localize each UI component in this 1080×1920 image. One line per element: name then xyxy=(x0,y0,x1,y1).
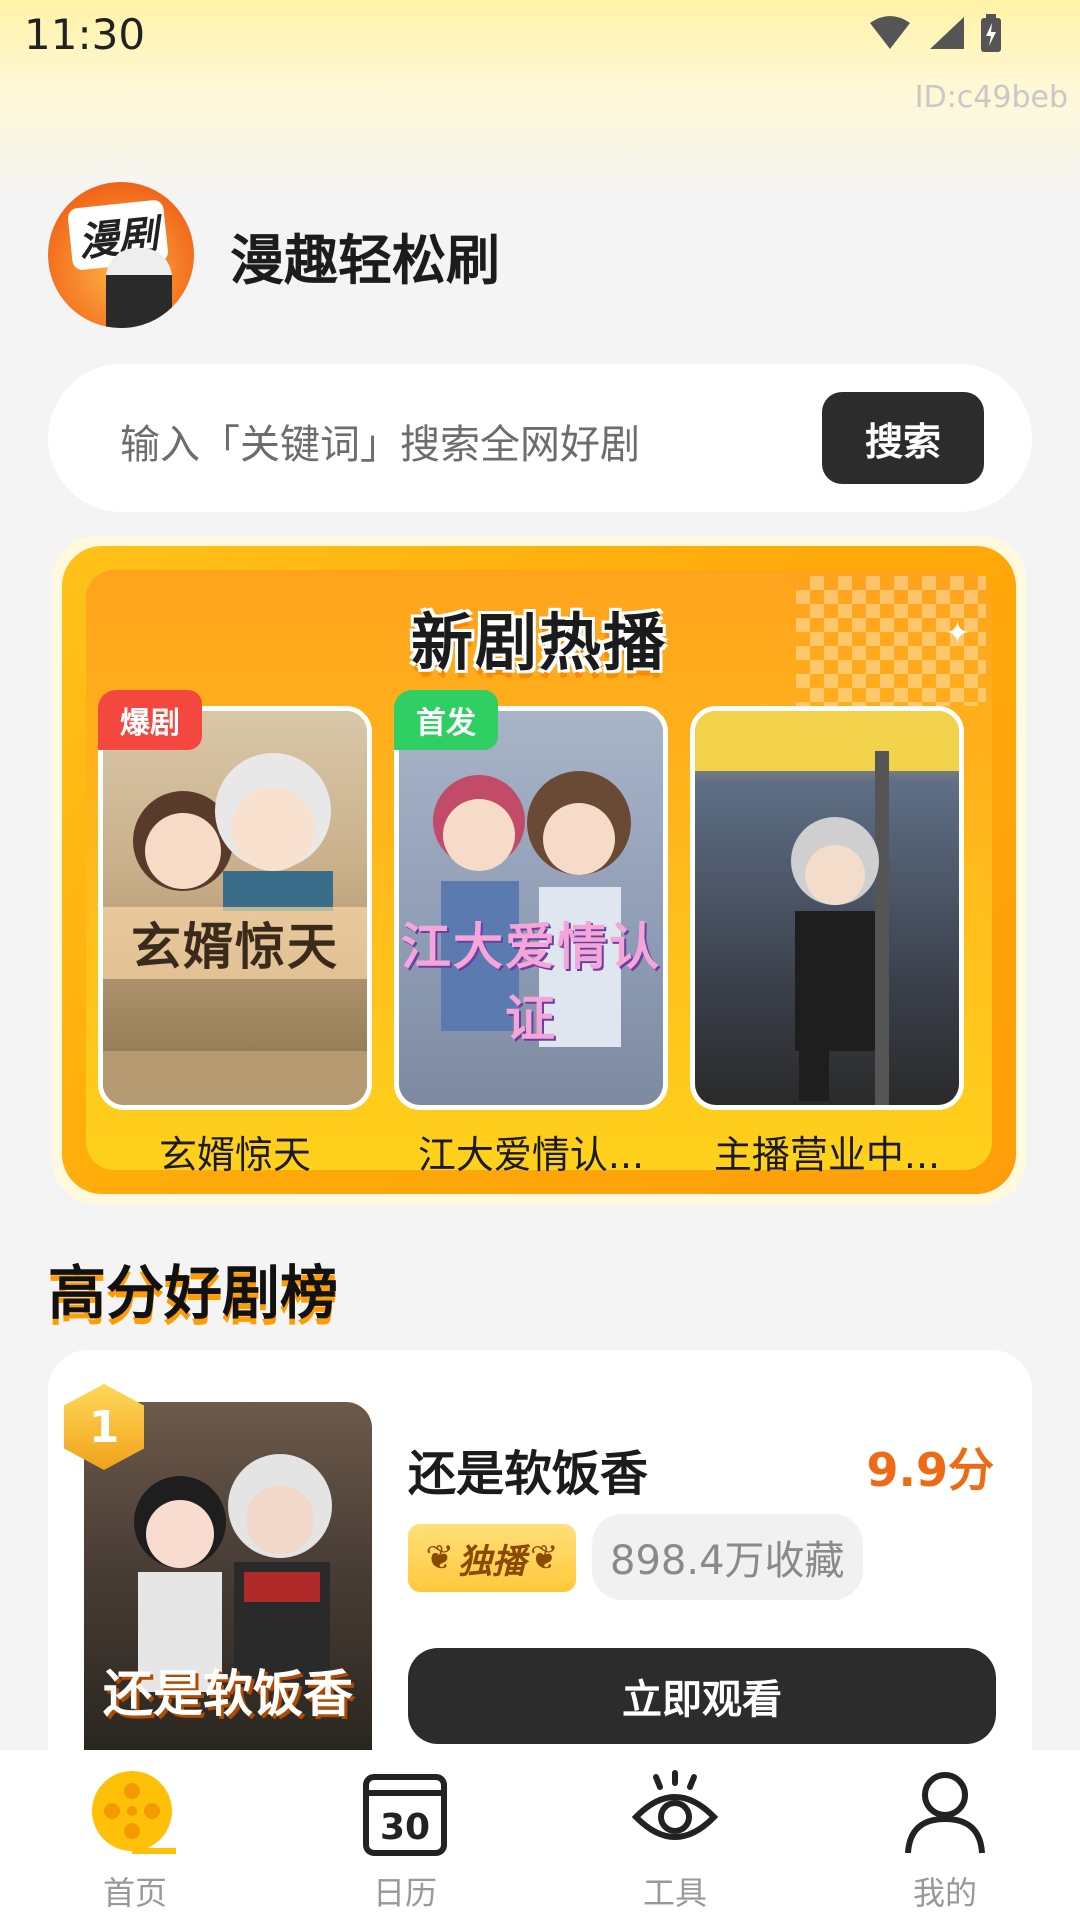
search-button[interactable]: 搜索 xyxy=(822,392,984,484)
hot-new-dramas-section: ✦ 新剧热播 爆剧 玄婿惊天 玄婿惊天 首发 江大爱情认证 江大爱情认... 主… xyxy=(52,536,1026,1204)
laurel-right-icon: ❦ xyxy=(530,1538,559,1578)
hot-section-panel: ✦ 新剧热播 爆剧 玄婿惊天 玄婿惊天 首发 江大爱情认证 江大爱情认... 主… xyxy=(62,546,1016,1194)
poster-title-text: 还是软饭香 xyxy=(103,1665,353,1723)
drama-caption[interactable]: 玄婿惊天 xyxy=(98,1124,372,1179)
drama-poster[interactable]: 江大爱情认证 xyxy=(394,706,668,1110)
hot-drama-card[interactable]: 首发 江大爱情认证 江大爱情认... xyxy=(394,690,668,1179)
status-icons xyxy=(868,14,1002,56)
exclusive-tag: ❦ 独播 ❦ xyxy=(408,1524,576,1592)
search-input[interactable]: 输入「关键词」搜索全网好剧 xyxy=(120,412,640,470)
favorites-count: 898.4万收藏 xyxy=(592,1514,863,1600)
nav-item-home[interactable]: 首页 xyxy=(0,1750,270,1920)
drama-poster[interactable] xyxy=(690,706,964,1110)
status-time: 11:30 xyxy=(24,10,146,59)
hot-drama-card[interactable]: 爆剧 玄婿惊天 玄婿惊天 xyxy=(98,690,372,1179)
hot-drama-card[interactable]: 主播营业中... xyxy=(690,706,964,1179)
nav-item-mine[interactable]: 我的 xyxy=(810,1750,1080,1920)
poster-illustration xyxy=(695,711,959,1105)
home-film-reel-icon xyxy=(87,1764,183,1860)
watch-now-button[interactable]: 立即观看 xyxy=(408,1648,996,1744)
drama-name[interactable]: 还是软饭香 xyxy=(408,1434,648,1504)
calendar-30-icon: 30 xyxy=(357,1764,453,1860)
poster-title-text: 玄婿惊天 xyxy=(103,907,367,979)
ranking-section-title: 高分好剧榜 xyxy=(48,1259,339,1327)
laurel-left-icon: ❦ xyxy=(425,1538,455,1578)
drama-poster[interactable]: 玄婿惊天 xyxy=(98,706,372,1110)
signal-icon xyxy=(926,15,966,55)
nav-label-tools: 工具 xyxy=(642,1874,707,1912)
nav-item-tools[interactable]: 工具 xyxy=(540,1750,810,1920)
hot-section-title: 新剧热播 xyxy=(410,606,667,679)
svg-text:30: 30 xyxy=(380,1807,430,1848)
wifi-icon xyxy=(868,15,912,55)
app-title: 漫趣轻松刷 xyxy=(230,228,500,292)
device-id: ID:c49beb xyxy=(914,80,1068,115)
nav-label-calendar: 日历 xyxy=(372,1874,437,1912)
app-header: 漫剧 漫趣轻松刷 xyxy=(48,182,500,328)
person-icon xyxy=(897,1764,993,1860)
ranking-card[interactable]: 1 还是软饭香 还是软饭香 9.9分 ❦ 独播 ❦ 898.4万收藏 立即观看 xyxy=(48,1350,1032,1750)
app-logo: 漫剧 xyxy=(48,182,194,328)
logo-character-illustration xyxy=(106,248,172,328)
exclusive-tag-label: 独播 xyxy=(458,1541,526,1582)
bottom-nav: 首页 30 日历 工具 我的 xyxy=(0,1750,1080,1920)
status-bar: 11:30 xyxy=(0,0,1080,80)
drama-caption[interactable]: 江大爱情认... xyxy=(394,1124,668,1179)
nav-label-mine: 我的 xyxy=(912,1874,977,1912)
battery-charging-icon xyxy=(980,14,1002,56)
hot-badge: 爆剧 xyxy=(98,690,202,750)
search-bar[interactable]: 输入「关键词」搜索全网好剧 搜索 xyxy=(48,364,1032,512)
drama-score: 9.9分 xyxy=(866,1443,995,1497)
drama-caption[interactable]: 主播营业中... xyxy=(690,1124,964,1179)
eye-icon xyxy=(627,1764,723,1860)
nav-item-calendar[interactable]: 30 日历 xyxy=(270,1750,540,1920)
poster-title-text: 江大爱情认证 xyxy=(401,918,661,1048)
nav-label-home: 首页 xyxy=(102,1874,167,1912)
first-release-badge: 首发 xyxy=(394,690,498,750)
